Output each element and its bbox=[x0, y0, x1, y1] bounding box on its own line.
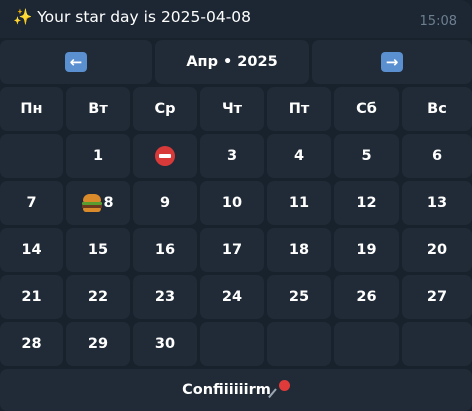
day-number: 24 bbox=[221, 289, 243, 305]
right-arrow-icon: → bbox=[381, 52, 403, 72]
day-cell-blocked[interactable] bbox=[133, 134, 197, 178]
weekday-label: Вт bbox=[88, 101, 108, 117]
day-number: 10 bbox=[221, 195, 243, 211]
weekday-label: Пт bbox=[288, 101, 310, 117]
day-number: 19 bbox=[356, 242, 377, 258]
empty-day-cell[interactable] bbox=[200, 322, 264, 366]
next-month-button[interactable]: → bbox=[312, 40, 472, 84]
day-number: 17 bbox=[221, 242, 243, 258]
day-number: 18 bbox=[288, 242, 310, 258]
weekday-header[interactable]: Вс bbox=[402, 87, 472, 131]
day-cell[interactable]: 20 bbox=[402, 228, 472, 272]
day-cell[interactable]: 29 bbox=[66, 322, 130, 366]
day-number: 30 bbox=[154, 336, 176, 352]
day-cell[interactable]: 16 bbox=[133, 228, 197, 272]
month-year-label: Апр • 2025 bbox=[186, 54, 278, 70]
message-time: 15:08 bbox=[419, 14, 457, 29]
weekday-header[interactable]: Пт bbox=[267, 87, 331, 131]
day-number: 3 bbox=[226, 148, 238, 164]
day-number: 29 bbox=[87, 336, 109, 352]
weekday-label: Вс bbox=[427, 101, 447, 117]
no-entry-icon bbox=[155, 146, 175, 166]
confirm-label: Confiiiiiirm bbox=[182, 382, 271, 398]
day-cell[interactable]: 19 bbox=[334, 228, 399, 272]
confirm-button[interactable]: Confiiiiiirm bbox=[0, 369, 472, 411]
day-cell[interactable]: 25 bbox=[267, 275, 331, 319]
day-cell[interactable]: 24 bbox=[200, 275, 264, 319]
day-number: 16 bbox=[154, 242, 176, 258]
empty-day-cell[interactable] bbox=[0, 134, 63, 178]
day-number: 21 bbox=[21, 289, 42, 305]
weekday-header[interactable]: Чт bbox=[200, 87, 264, 131]
day-cell[interactable]: 6 bbox=[402, 134, 472, 178]
day-number: 26 bbox=[356, 289, 377, 305]
day-cell[interactable]: 21 bbox=[0, 275, 63, 319]
day-cell[interactable]: 9 bbox=[133, 181, 197, 225]
day-cell[interactable]: 11 bbox=[267, 181, 331, 225]
day-number: 12 bbox=[356, 195, 377, 211]
weekday-label: Ср bbox=[154, 101, 176, 117]
day-cell[interactable]: 7 bbox=[0, 181, 63, 225]
day-cell[interactable]: 14 bbox=[0, 228, 63, 272]
day-cell[interactable]: 5 bbox=[334, 134, 399, 178]
day-number: 15 bbox=[87, 242, 109, 258]
prev-month-button[interactable]: ← bbox=[0, 40, 152, 84]
day-number: 23 bbox=[154, 289, 176, 305]
pushpin-icon bbox=[268, 380, 290, 400]
day-number: 13 bbox=[426, 195, 448, 211]
day-cell[interactable]: 22 bbox=[66, 275, 130, 319]
day-number: 14 bbox=[21, 242, 42, 258]
day-number: 27 bbox=[426, 289, 448, 305]
day-number: 28 bbox=[21, 336, 42, 352]
day-cell[interactable]: 13 bbox=[402, 181, 472, 225]
empty-day-cell[interactable] bbox=[334, 322, 399, 366]
day-number: 9 bbox=[159, 195, 171, 211]
day-cell[interactable]: 26 bbox=[334, 275, 399, 319]
day-cell[interactable]: 30 bbox=[133, 322, 197, 366]
day-number: 11 bbox=[288, 195, 310, 211]
month-year-button[interactable]: Апр • 2025 bbox=[155, 40, 309, 84]
day-cell[interactable]: 23 bbox=[133, 275, 197, 319]
left-arrow-icon: ← bbox=[65, 52, 87, 72]
day-number: 22 bbox=[87, 289, 109, 305]
weekday-label: Чт bbox=[221, 101, 243, 117]
day-cell[interactable]: 18 bbox=[267, 228, 331, 272]
message-text: ✨ Your star day is 2025-04-08 bbox=[13, 8, 252, 26]
day-cell[interactable]: 15 bbox=[66, 228, 130, 272]
day-cell[interactable]: 1 bbox=[66, 134, 130, 178]
day-cell[interactable]: 17 bbox=[200, 228, 264, 272]
message-bubble: ✨ Your star day is 2025-04-08 15:08 bbox=[0, 0, 472, 38]
day-number: 25 bbox=[288, 289, 310, 305]
day-number: 20 bbox=[426, 242, 448, 258]
day-cell[interactable]: 28 bbox=[0, 322, 63, 366]
day-number: 6 bbox=[431, 148, 443, 164]
day-number: 8 bbox=[103, 195, 114, 211]
day-cell[interactable]: 27 bbox=[402, 275, 472, 319]
day-number: 5 bbox=[361, 148, 372, 164]
day-cell[interactable]: 8 bbox=[66, 181, 130, 225]
weekday-header[interactable]: Ср bbox=[133, 87, 197, 131]
day-cell[interactable]: 4 bbox=[267, 134, 331, 178]
weekday-label: Сб bbox=[356, 101, 377, 117]
day-number: 4 bbox=[293, 148, 305, 164]
day-number: 7 bbox=[26, 195, 37, 211]
day-cell[interactable]: 10 bbox=[200, 181, 264, 225]
weekday-header[interactable]: Вт bbox=[66, 87, 130, 131]
weekday-header[interactable]: Пн bbox=[0, 87, 63, 131]
day-cell[interactable]: 12 bbox=[334, 181, 399, 225]
burger-icon bbox=[82, 194, 103, 212]
day-number: 1 bbox=[92, 148, 104, 164]
empty-day-cell[interactable] bbox=[402, 322, 472, 366]
empty-day-cell[interactable] bbox=[267, 322, 331, 366]
weekday-label: Пн bbox=[20, 101, 43, 117]
day-cell[interactable]: 3 bbox=[200, 134, 264, 178]
weekday-header[interactable]: Сб bbox=[334, 87, 399, 131]
